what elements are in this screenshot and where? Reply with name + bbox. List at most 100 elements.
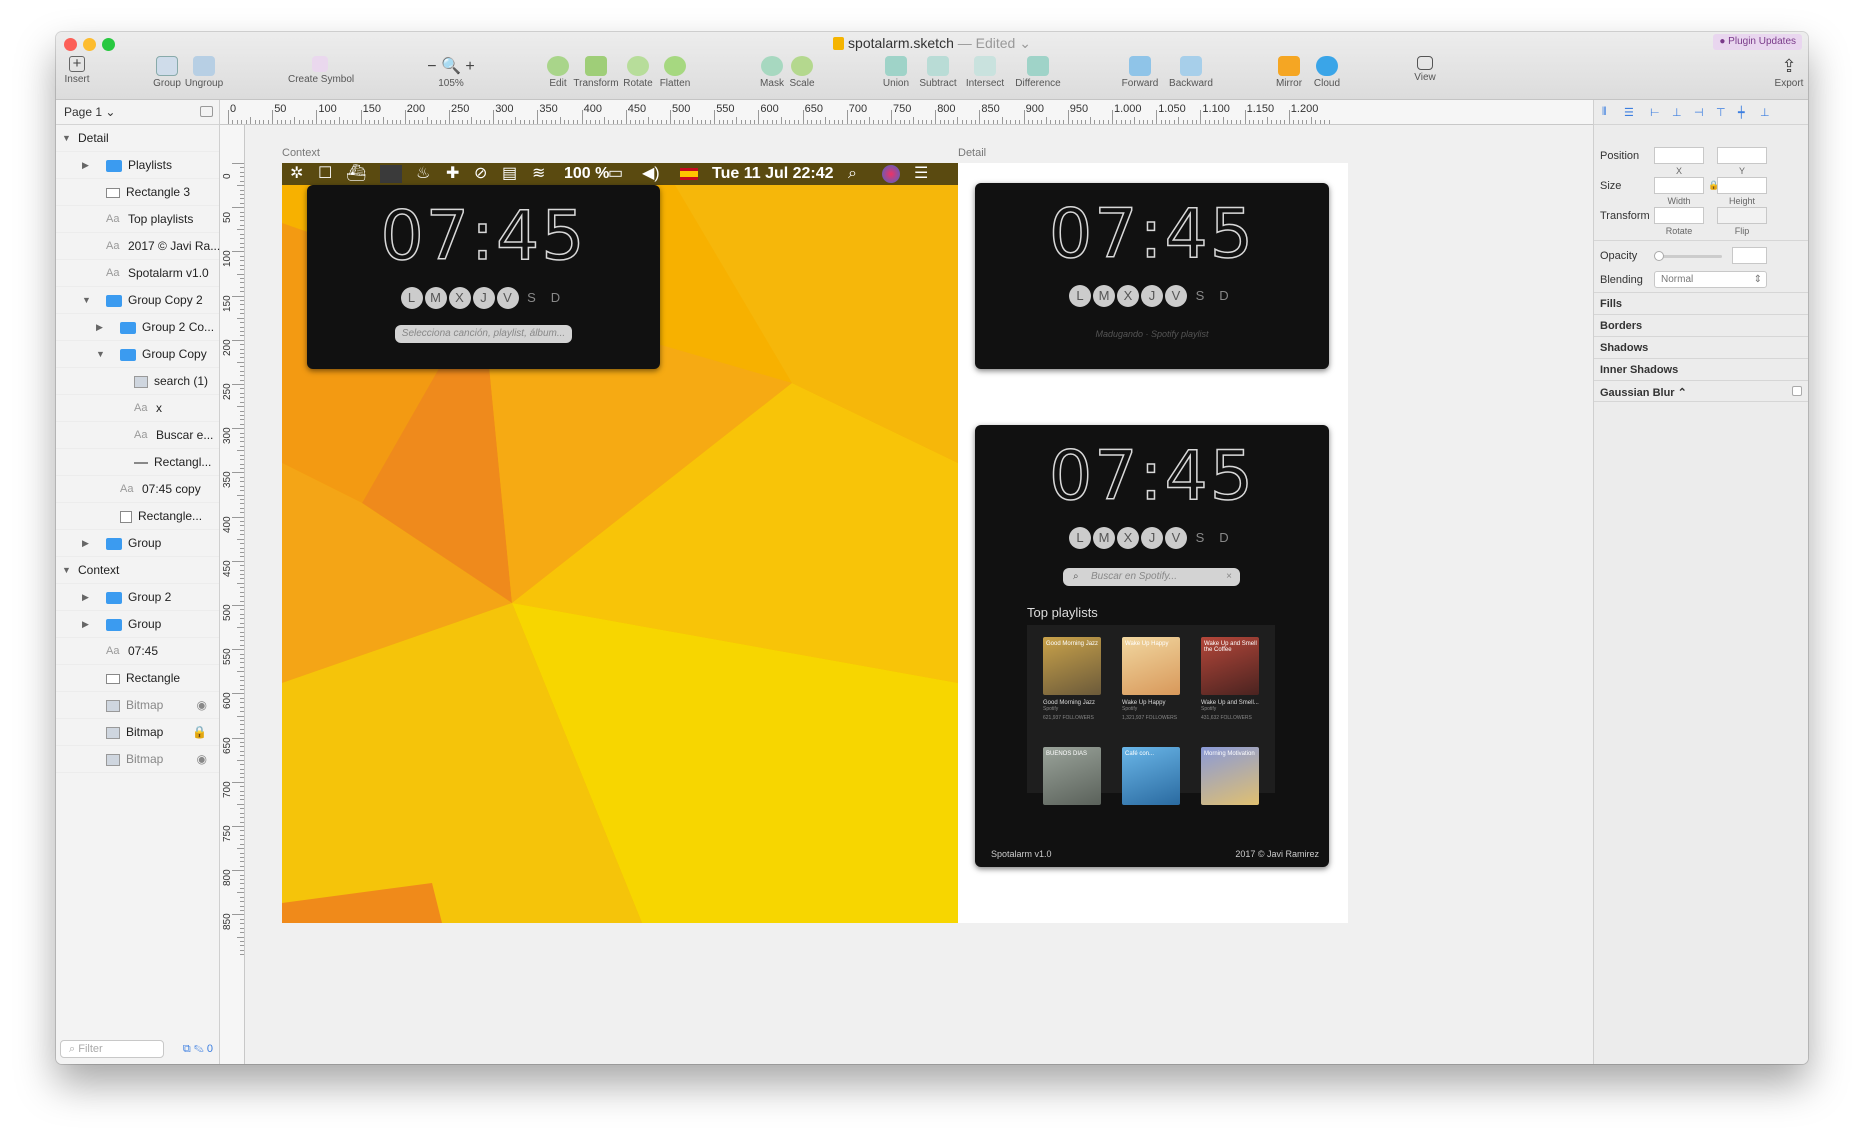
disclosure-collapsed-icon[interactable]: ▶ <box>82 611 89 638</box>
window-icon[interactable]: ☐ <box>318 163 332 185</box>
view-button[interactable]: View <box>1410 56 1440 83</box>
weekday-toggle[interactable]: L <box>1069 285 1091 307</box>
disclosure-collapsed-icon[interactable]: ▶ <box>96 314 103 341</box>
spotlight-search-icon[interactable]: ⌕ <box>848 163 857 185</box>
weekday-toggle[interactable]: J <box>1141 527 1163 549</box>
layer-row[interactable]: ▶ Group 2 <box>56 584 219 611</box>
weekday-toggle[interactable]: S <box>1189 527 1211 549</box>
layer-row[interactable]: ▼ Group Copy 2 <box>56 287 219 314</box>
disclosure-collapsed-icon[interactable]: ▶ <box>82 530 89 557</box>
edited-status[interactable]: — Edited ⌄ <box>958 35 1031 51</box>
weekday-toggle[interactable]: X <box>1117 527 1139 549</box>
weekday-toggle[interactable]: X <box>448 287 471 309</box>
layer-row[interactable]: ▶ Group <box>56 611 219 638</box>
position-y-field[interactable] <box>1717 147 1767 164</box>
artboard-label-context[interactable]: Context <box>282 147 320 159</box>
plus-cross-icon[interactable]: ✚ <box>446 163 459 185</box>
difference-button[interactable]: Difference <box>1010 56 1066 89</box>
horizontal-ruler[interactable]: 0 50 100 150 200 250 300 350 400 450 500 550 600 650 7… <box>220 100 1593 125</box>
weekday-toggle[interactable]: M <box>1093 285 1115 307</box>
activity-icon[interactable] <box>380 165 402 183</box>
align-middle-icon[interactable]: ┿ <box>1738 106 1750 119</box>
weekday-toggle[interactable]: D <box>1213 527 1235 549</box>
song-search-input[interactable]: Selecciona canción, playlist, álbum... <box>395 325 572 343</box>
playlist-card[interactable]: Wake Up Happy Wake Up Happy Spotify 1,321,9… <box>1122 637 1180 721</box>
position-x-field[interactable] <box>1654 147 1704 164</box>
disclosure-expanded-icon[interactable]: ▼ <box>62 557 71 584</box>
notification-center-icon[interactable]: ☰ <box>914 163 928 185</box>
weekday-toggle[interactable]: L <box>1069 527 1091 549</box>
layer-row[interactable]: Bitmap ◉ <box>56 692 219 719</box>
opacity-field[interactable] <box>1732 247 1767 264</box>
battery-percent[interactable]: 100 % <box>564 163 609 185</box>
layer-row[interactable]: Rectangle <box>56 665 219 692</box>
layer-row[interactable]: Rectangle... <box>56 503 219 530</box>
blocked-icon[interactable]: ⊘ <box>474 163 487 185</box>
inner-shadows-section[interactable]: Inner Shadows <box>1594 358 1808 380</box>
transform-button[interactable]: Transform <box>572 56 620 89</box>
spotify-search-input[interactable]: ⌕ Buscar en Spotify... × <box>1063 568 1240 586</box>
artboard-detail[interactable]: 07:45 LMXJVSD Madugando · Spotify playli… <box>958 163 1348 923</box>
disclosure-expanded-icon[interactable]: ▼ <box>82 287 91 314</box>
dropbox-icon[interactable]: ✲ <box>290 163 303 185</box>
align-right-icon[interactable]: ⊣ <box>1694 106 1706 119</box>
layer-row[interactable]: Rectangle 3 <box>56 179 219 206</box>
eye-icon[interactable]: ◉ <box>197 692 207 719</box>
canvas[interactable]: Context Detail ✲ ☐ ⛴ ♨ ✚ ⊘ ▤ ≋ 100 % ▭ ◀… <box>245 125 1593 1064</box>
weekday-toggle[interactable]: S <box>521 287 543 309</box>
weekday-toggle[interactable]: V <box>496 287 519 309</box>
rotate-button[interactable]: Rotate <box>622 56 654 89</box>
alarm-popup-detail-a[interactable]: 07:45 LMXJVSD Madugando · Spotify playli… <box>975 183 1329 369</box>
flip-buttons[interactable] <box>1717 207 1767 224</box>
distribute-horizontal-icon[interactable]: ⫴ <box>1602 106 1614 118</box>
playlist-card[interactable]: Good Morning Jazz Good Morning Jazz Spotif… <box>1043 637 1101 721</box>
playlist-card[interactable]: Wake Up and Smell the Coffee Wake Up and … <box>1201 637 1259 721</box>
page-selector[interactable]: Page 1 ⌄ <box>56 100 219 125</box>
spanish-flag-icon[interactable] <box>680 168 698 180</box>
disclosure-expanded-icon[interactable]: ▼ <box>62 125 71 152</box>
insert-button[interactable]: + Insert <box>62 56 92 85</box>
weekday-toggle[interactable]: J <box>1141 285 1163 307</box>
align-center-icon[interactable]: ⊥ <box>1672 106 1684 119</box>
scale-button[interactable]: Scale <box>788 56 816 89</box>
weekday-toggle[interactable]: X <box>1117 285 1139 307</box>
layer-row[interactable]: ▶ Group 2 Co... <box>56 314 219 341</box>
width-field[interactable] <box>1654 177 1704 194</box>
backward-button[interactable]: Backward <box>1166 56 1216 89</box>
playlist-card[interactable]: Morning Motivation <box>1201 747 1259 810</box>
align-top-icon[interactable]: ⊤ <box>1716 106 1728 119</box>
layer-row[interactable]: ▼ Group Copy <box>56 341 219 368</box>
layer-row[interactable]: ▶ Playlists <box>56 152 219 179</box>
zoom-control[interactable]: − 🔍 +105% <box>426 56 476 89</box>
battery-icon[interactable]: ▭ <box>608 163 623 185</box>
layer-row[interactable]: Aa x <box>56 395 219 422</box>
weekday-toggle[interactable]: V <box>1165 527 1187 549</box>
weekday-toggle[interactable]: M <box>1093 527 1115 549</box>
height-field[interactable] <box>1717 177 1767 194</box>
layer-row[interactable]: Aa 07:45 copy <box>56 476 219 503</box>
mask-button[interactable]: Mask <box>758 56 786 89</box>
mirror-button[interactable]: Mirror <box>1272 56 1306 89</box>
weekday-toggle[interactable]: S <box>1189 285 1211 307</box>
opacity-slider-knob[interactable] <box>1654 251 1664 261</box>
artboard-context[interactable]: ✲ ☐ ⛴ ♨ ✚ ⊘ ▤ ≋ 100 % ▭ ◀) Tue 11 Jul 22… <box>282 163 958 923</box>
ungroup-button[interactable]: Ungroup <box>184 56 224 89</box>
filter-tools[interactable]: ⧉ ✎ 0 <box>183 1043 213 1056</box>
gaussian-blur-section[interactable]: Gaussian Blur ⌃ <box>1594 380 1808 402</box>
rotate-field[interactable] <box>1654 207 1704 224</box>
shadows-section[interactable]: Shadows <box>1594 336 1808 358</box>
alarm-popup-context[interactable]: 07:45 LMXJVSD Selecciona canción, playli… <box>307 185 660 369</box>
opacity-slider[interactable] <box>1654 251 1722 261</box>
plugin-updates-badge[interactable]: ● Plugin Updates <box>1713 34 1802 50</box>
collapse-icon[interactable] <box>200 106 213 117</box>
align-left-icon[interactable]: ⊢ <box>1650 106 1662 119</box>
flame-icon[interactable]: ♨ <box>416 163 430 185</box>
weekday-toggle[interactable]: M <box>424 287 447 309</box>
layer-row[interactable]: ▶ Group <box>56 530 219 557</box>
layer-filter-input[interactable]: ⌕ Filter <box>60 1040 164 1058</box>
blur-checkbox[interactable] <box>1792 386 1802 396</box>
distribute-vertical-icon[interactable]: ☰ <box>1624 106 1636 119</box>
weekday-toggle[interactable]: L <box>400 287 423 309</box>
playlist-card[interactable]: Café con... <box>1122 747 1180 810</box>
fills-section[interactable]: Fills <box>1594 292 1808 314</box>
